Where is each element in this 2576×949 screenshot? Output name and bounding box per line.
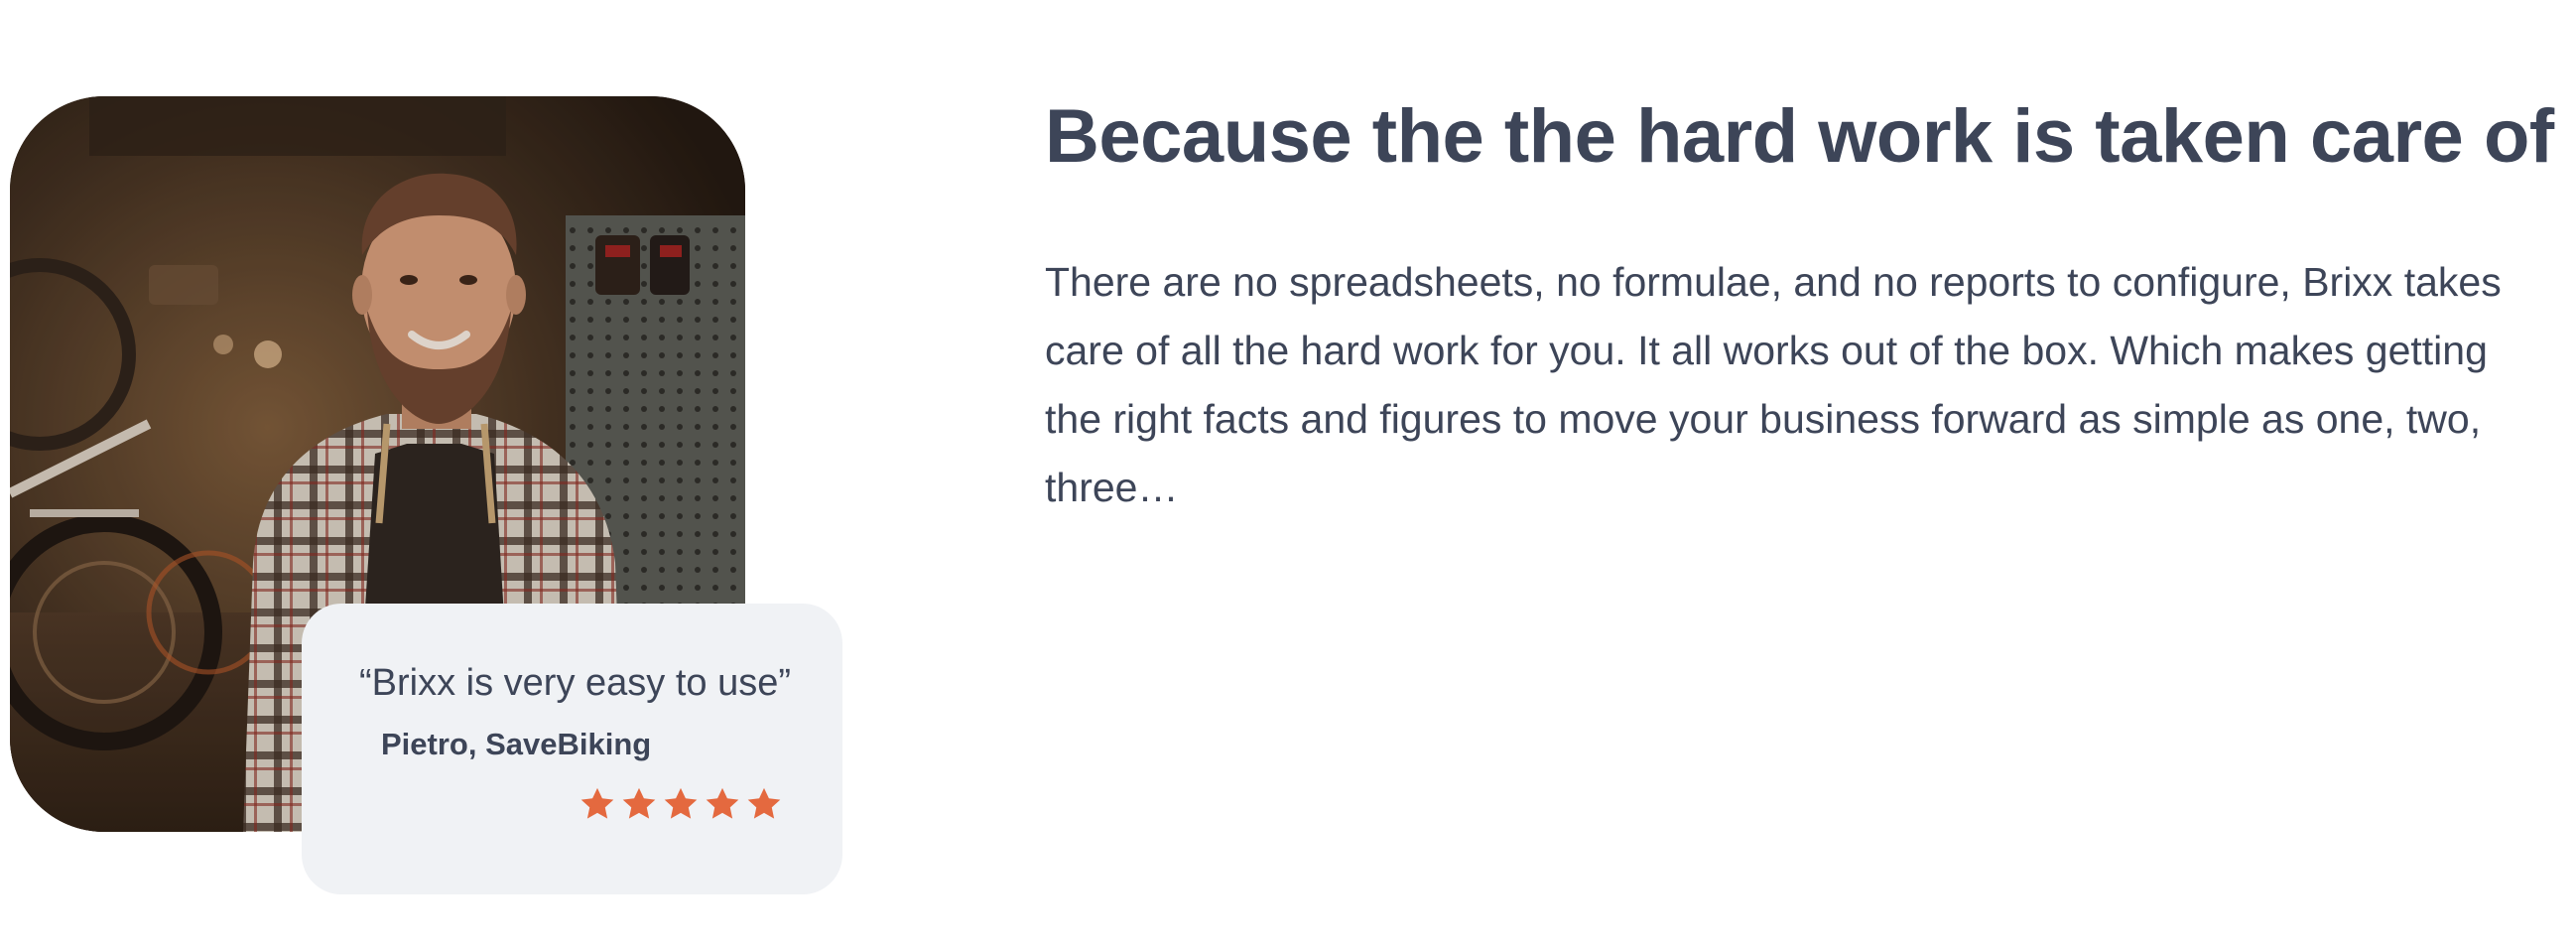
star-icon: [747, 787, 781, 819]
testimonial-quote: “Brixx is very easy to use”: [359, 662, 791, 704]
star-icon: [622, 787, 656, 819]
section-body-text: There are no spreadsheets, no formulae, …: [1045, 259, 2502, 510]
star-icon: [580, 787, 614, 819]
feature-section: “Brixx is very easy to use” Pietro, Save…: [0, 0, 2576, 949]
star-rating: [579, 785, 783, 823]
star-icon: [706, 787, 739, 819]
section-headline: Because the the hard work is taken care …: [1045, 94, 2554, 179]
star-icon: [664, 787, 698, 819]
testimonial-author: Pietro, SaveBiking: [381, 727, 652, 761]
testimonial-card: “Brixx is very easy to use” Pietro, Save…: [302, 604, 842, 894]
